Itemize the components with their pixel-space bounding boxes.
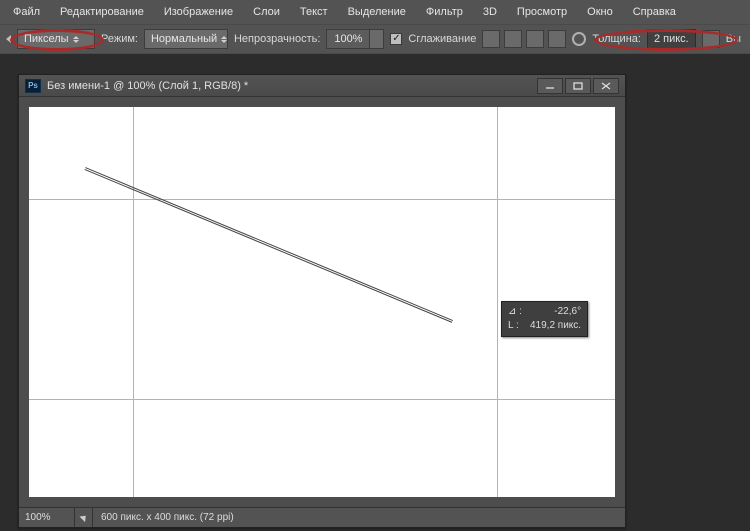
gear-icon[interactable] xyxy=(572,32,586,46)
guide-vertical[interactable] xyxy=(497,107,498,497)
align-distribute-button[interactable] xyxy=(526,30,544,48)
blend-mode-label: Режим: xyxy=(101,33,138,45)
menu-help[interactable]: Справка xyxy=(624,3,685,21)
guide-horizontal[interactable] xyxy=(29,199,615,200)
window-buttons xyxy=(537,78,619,94)
align-buttons-group xyxy=(482,30,566,48)
menu-image[interactable]: Изображение xyxy=(155,3,242,21)
tooltip-length-value: 419,2 пикс. xyxy=(530,319,581,333)
tooltip-angle-key: ⊿ : xyxy=(508,305,524,319)
blend-mode-value: Нормальный xyxy=(151,33,217,45)
blend-mode-dropdown[interactable]: Нормальный xyxy=(144,29,228,49)
document-info[interactable]: 600 пикс. x 400 пикс. (72 ppi) xyxy=(93,512,625,523)
maximize-button[interactable] xyxy=(565,78,591,94)
stroke-style-button[interactable] xyxy=(702,30,720,48)
updown-icon xyxy=(221,36,227,43)
menu-select[interactable]: Выделение xyxy=(339,3,415,21)
document-canvas[interactable]: ⊿ : -22,6° L : 419,2 пикс. xyxy=(29,107,615,497)
guide-horizontal[interactable] xyxy=(29,399,615,400)
status-expand-button[interactable] xyxy=(75,508,93,527)
menu-window[interactable]: Окно xyxy=(578,3,622,21)
expand-triangle-icon xyxy=(79,513,88,522)
antialias-label: Сглаживание xyxy=(408,33,476,45)
menu-view[interactable]: Просмотр xyxy=(508,3,576,21)
menu-edit[interactable]: Редактирование xyxy=(51,3,153,21)
weight-label: Толщина: xyxy=(592,33,641,45)
drawn-line-shape[interactable] xyxy=(84,167,453,323)
transform-info-tooltip: ⊿ : -22,6° L : 419,2 пикс. xyxy=(501,301,588,337)
opacity-label: Непрозрачность: xyxy=(234,33,320,45)
tooltip-length-key: L : xyxy=(508,319,524,333)
menu-text[interactable]: Текст xyxy=(291,3,337,21)
tool-options-bar: Пикселы Режим: Нормальный Непрозрачность… xyxy=(0,24,750,54)
main-menu-bar: Файл Редактирование Изображение Слои Тек… xyxy=(0,0,750,24)
antialias-checkbox[interactable]: ✓ xyxy=(390,33,402,45)
workspace-area: Ps Без имени-1 @ 100% (Слой 1, RGB/8) * … xyxy=(0,54,750,531)
zoom-level[interactable]: 100% xyxy=(19,508,75,527)
canvas-container: ⊿ : -22,6° L : 419,2 пикс. xyxy=(19,97,625,507)
tool-preset-arrow-icon[interactable] xyxy=(6,35,11,43)
menu-3d[interactable]: 3D xyxy=(474,3,506,21)
weight-input[interactable]: 2 пикс. xyxy=(647,29,696,49)
document-titlebar[interactable]: Ps Без имени-1 @ 100% (Слой 1, RGB/8) * xyxy=(19,75,625,97)
minimize-button[interactable] xyxy=(537,78,563,94)
document-title: Без имени-1 @ 100% (Слой 1, RGB/8) * xyxy=(47,80,531,92)
align-dotted-button[interactable] xyxy=(548,30,566,48)
tool-mode-value: Пикселы xyxy=(24,33,69,45)
guide-vertical[interactable] xyxy=(133,107,134,497)
document-window: Ps Без имени-1 @ 100% (Слой 1, RGB/8) * … xyxy=(18,74,626,528)
opacity-field-group: 100% xyxy=(326,29,384,49)
photoshop-badge-icon: Ps xyxy=(25,79,41,93)
document-status-bar: 100% 600 пикс. x 400 пикс. (72 ppi) xyxy=(19,507,625,527)
updown-icon xyxy=(73,36,79,43)
menu-file[interactable]: Файл xyxy=(4,3,49,21)
tooltip-angle-value: -22,6° xyxy=(530,305,581,319)
align-edges-button[interactable] xyxy=(482,30,500,48)
close-button[interactable] xyxy=(593,78,619,94)
align-cut-label: Вы xyxy=(726,33,741,45)
menu-layers[interactable]: Слои xyxy=(244,3,289,21)
opacity-input[interactable]: 100% xyxy=(326,29,370,49)
menu-filter[interactable]: Фильтр xyxy=(417,3,472,21)
tool-mode-dropdown[interactable]: Пикселы xyxy=(17,29,95,49)
align-center-button[interactable] xyxy=(504,30,522,48)
opacity-stepper[interactable] xyxy=(370,29,384,49)
